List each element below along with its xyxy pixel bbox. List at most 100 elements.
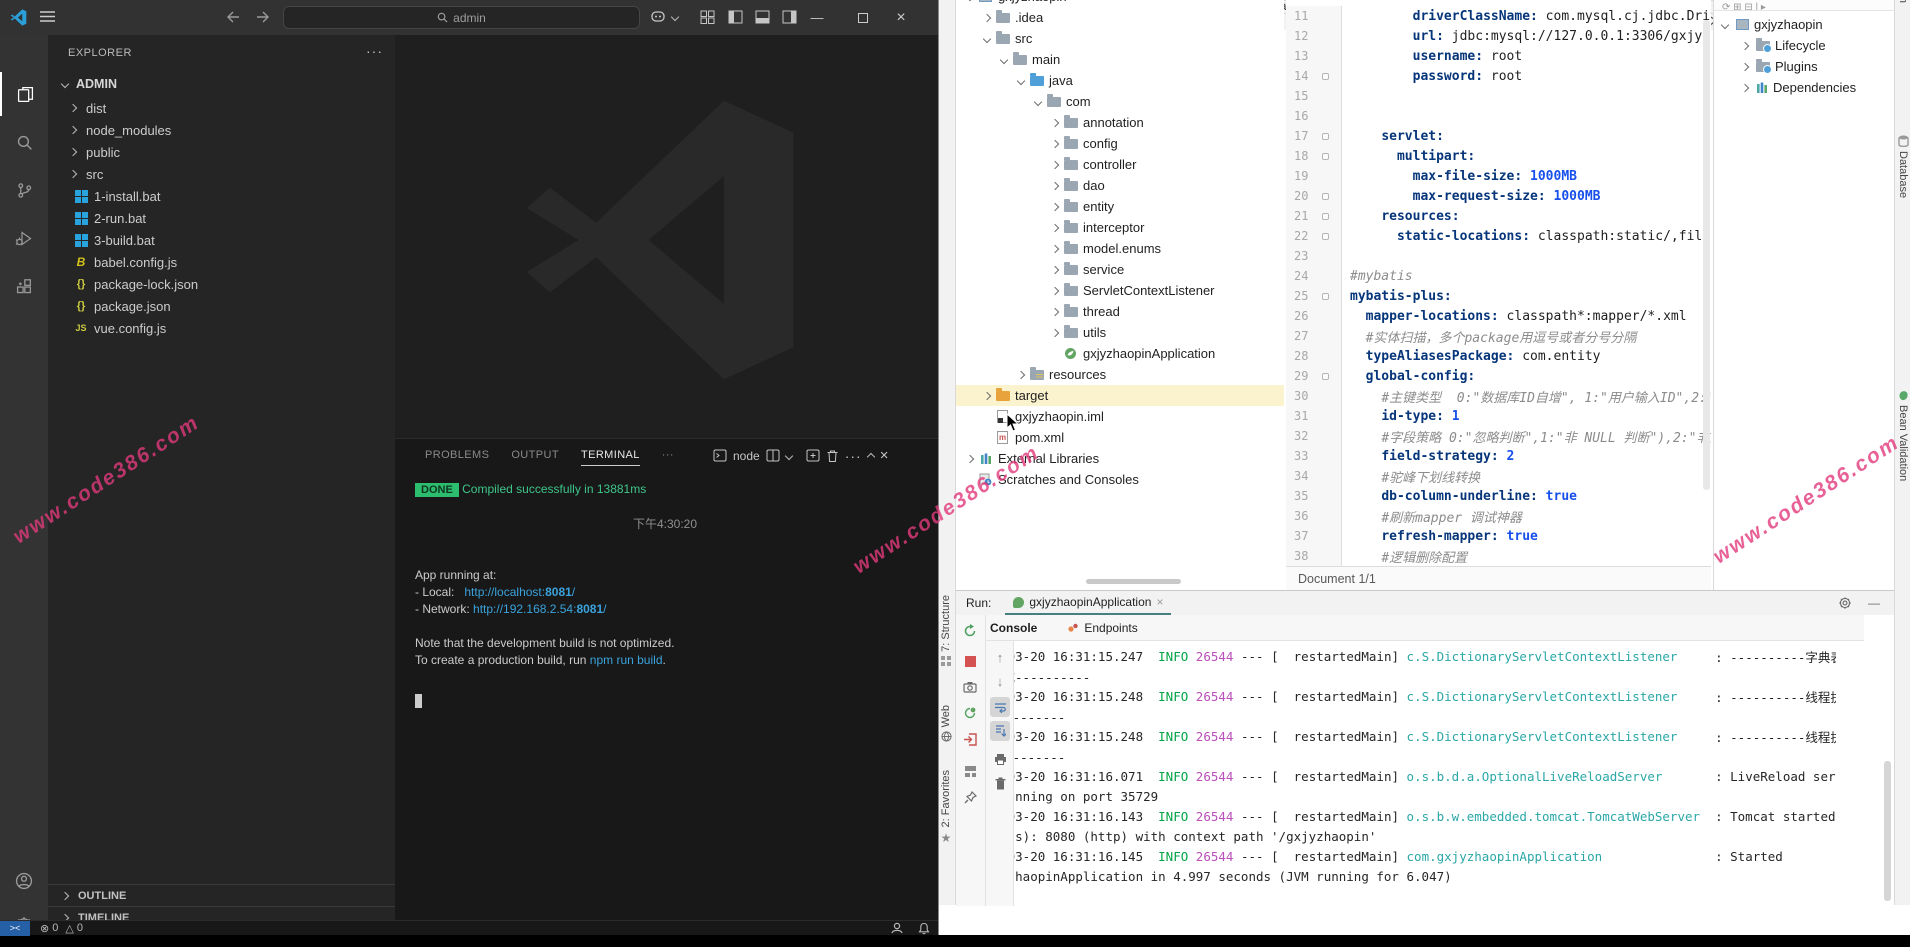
close-panel-icon[interactable]: × — [880, 447, 889, 464]
close-tab-icon[interactable]: × — [1156, 595, 1163, 609]
panel-tab-problems[interactable]: PROBLEMS — [425, 449, 489, 466]
tree-item[interactable]: config — [956, 133, 1284, 154]
soft-wrap-icon[interactable] — [990, 697, 1010, 717]
file-item[interactable]: src — [48, 163, 395, 185]
fold-marker-icon[interactable] — [1322, 193, 1329, 200]
tree-item[interactable]: ServletContextListener — [956, 280, 1284, 301]
run-tab-endpoints[interactable]: Endpoints — [1061, 621, 1143, 635]
terminal-shell-label[interactable]: node — [733, 449, 760, 463]
pin-icon[interactable] — [960, 787, 980, 807]
fold-marker-icon[interactable] — [1322, 233, 1329, 240]
remote-indicator[interactable]: >< — [0, 921, 30, 936]
left-strip-tab-2-favorites[interactable]: 2: Favorites★ — [940, 770, 952, 845]
yaml-editor[interactable]: 11 driverClassName: com.mysql.cj.jdbc.Dr… — [1286, 0, 1711, 566]
new-terminal-icon[interactable] — [806, 449, 820, 462]
dump-threads-camera-icon[interactable] — [960, 677, 980, 697]
maven-tree[interactable]: gxjyzhaopinLifecyclePluginsDependencies — [1714, 0, 1894, 98]
file-item[interactable]: Bbabel.config.js — [48, 251, 395, 273]
extensions-icon[interactable] — [0, 264, 48, 308]
maven-item[interactable]: Lifecycle — [1714, 35, 1894, 56]
right-strip-tab-database[interactable]: Database — [1897, 135, 1909, 198]
run-settings-gear-icon[interactable] — [1838, 596, 1852, 610]
notifications-bell-icon[interactable] — [918, 922, 930, 935]
fold-marker-icon[interactable] — [1322, 293, 1329, 300]
hide-toolwindow-icon[interactable]: — — [1868, 596, 1880, 610]
tree-item[interactable]: External Libraries — [956, 448, 1284, 469]
fold-marker-icon[interactable] — [1322, 73, 1329, 80]
fold-marker-icon[interactable] — [1322, 213, 1329, 220]
panel-more-actions-icon[interactable]: ··· — [845, 448, 862, 464]
tree-item[interactable]: model.enums — [956, 238, 1284, 259]
layout-panel-icon[interactable] — [755, 10, 770, 24]
tree-item[interactable]: service — [956, 259, 1284, 280]
source-control-icon[interactable] — [0, 168, 48, 212]
tree-item[interactable]: interceptor — [956, 217, 1284, 238]
panel-tabs-more-icon[interactable]: ··· — [662, 449, 674, 466]
left-strip-tab-web[interactable]: Web — [940, 705, 952, 742]
exit-icon[interactable] — [960, 729, 980, 749]
up-stacktrace-icon[interactable]: ↑ — [990, 647, 1010, 667]
down-stacktrace-icon[interactable]: ↓ — [990, 671, 1010, 691]
forward-arrow-icon[interactable] — [256, 11, 270, 23]
tree-item[interactable]: .idea — [956, 7, 1284, 28]
minimize-button[interactable]: — — [800, 0, 834, 35]
run-config-tab[interactable]: gxjyzhaopinApplication × — [1005, 591, 1171, 615]
file-item[interactable]: JSvue.config.js — [48, 317, 395, 339]
tree-item[interactable]: java — [956, 70, 1284, 91]
fold-marker-icon[interactable] — [1322, 133, 1329, 140]
maximize-button[interactable] — [846, 0, 880, 35]
layout-sidebar-right-icon[interactable] — [782, 10, 797, 24]
tree-item[interactable]: Scratches and Consoles — [956, 469, 1284, 490]
fold-marker-icon[interactable] — [1322, 153, 1329, 160]
layout-sidebar-left-icon[interactable] — [728, 10, 743, 24]
split-terminal-icon[interactable] — [766, 449, 780, 462]
right-strip-tab-bean-validation[interactable]: Bean Validation — [1897, 390, 1909, 481]
account-icon[interactable] — [0, 859, 48, 903]
terminal-output[interactable]: DONE Compiled successfully in 13881ms 下午… — [415, 481, 915, 713]
explorer-icon[interactable] — [0, 72, 48, 116]
close-button[interactable]: × — [884, 0, 918, 35]
maven-item[interactable]: Plugins — [1714, 56, 1894, 77]
stop-icon[interactable] — [960, 651, 980, 671]
project-tree[interactable]: gxjyzhaopin.ideasrcmainjavacomannotation… — [956, 0, 1284, 590]
tree-item[interactable]: com — [956, 91, 1284, 112]
left-strip-tab-7-structure[interactable]: 7: Structure — [940, 595, 952, 666]
file-item[interactable]: {}package-lock.json — [48, 273, 395, 295]
menu-hamburger-icon[interactable] — [40, 10, 55, 23]
kill-terminal-trash-icon[interactable] — [826, 449, 839, 463]
right-strip-tab-maven[interactable]: Maven — [1897, 0, 1909, 3]
spring-restart-icon[interactable] — [960, 703, 980, 723]
tree-item[interactable]: target — [956, 385, 1284, 406]
tree-item[interactable]: entity — [956, 196, 1284, 217]
problems-status[interactable]: ⊗0 △0 — [40, 922, 83, 935]
file-item[interactable]: 3-build.bat — [48, 229, 395, 251]
tree-horizontal-scrollbar[interactable] — [956, 578, 1284, 586]
rerun-icon[interactable] — [960, 621, 980, 641]
run-console-output[interactable]: 2025-03-20 16:31:15.247 INFO 26544 --- [… — [956, 641, 1836, 906]
maven-root[interactable]: gxjyzhaopin — [1714, 14, 1894, 35]
copilot-icon[interactable] — [650, 10, 666, 24]
print-icon[interactable] — [990, 749, 1010, 769]
file-item[interactable]: dist — [48, 97, 395, 119]
file-item[interactable]: {}package.json — [48, 295, 395, 317]
tree-item[interactable]: utils — [956, 322, 1284, 343]
run-debug-icon[interactable] — [0, 216, 48, 260]
maven-toolbar-icons[interactable]: ⟳ ⊞ ⊟ | ▸ — [1722, 2, 1766, 11]
screencast-icon[interactable] — [890, 922, 904, 934]
back-arrow-icon[interactable] — [226, 11, 240, 23]
tree-item[interactable]: annotation — [956, 112, 1284, 133]
tree-item[interactable]: gxjyzhaopinApplication — [956, 343, 1284, 364]
file-item[interactable]: public — [48, 141, 395, 163]
tree-item[interactable]: src — [956, 28, 1284, 49]
editor-scrollbar[interactable] — [1703, 20, 1710, 490]
search-sidebar-icon[interactable] — [0, 120, 48, 164]
sidebar-section-outline[interactable]: OUTLINE — [48, 884, 395, 906]
panel-tab-terminal[interactable]: TERMINAL — [581, 449, 640, 466]
file-item[interactable]: 2-run.bat — [48, 207, 395, 229]
chevron-down-icon[interactable] — [671, 13, 679, 21]
tree-item[interactable]: gxjyzhaopin — [956, 0, 1284, 7]
clear-console-trash-icon[interactable] — [990, 773, 1010, 793]
fold-marker-icon[interactable] — [1322, 373, 1329, 380]
tree-item[interactable]: resources — [956, 364, 1284, 385]
explorer-more-actions-icon[interactable]: ··· — [366, 43, 383, 59]
